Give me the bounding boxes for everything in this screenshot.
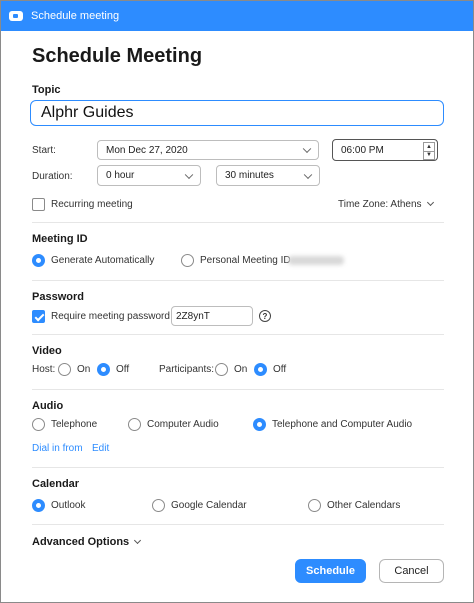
audio-both-label: Telephone and Computer Audio xyxy=(272,419,413,430)
meeting-id-personal-label: Personal Meeting ID xyxy=(200,255,291,266)
timezone-label: Time Zone: Athens xyxy=(338,199,422,210)
duration-label: Duration: xyxy=(32,171,73,182)
stepper-up-icon[interactable]: ▲ xyxy=(424,143,434,151)
calendar-other-radio[interactable] xyxy=(308,499,321,512)
host-video-on-label: On xyxy=(77,364,91,375)
page-title: Schedule Meeting xyxy=(32,45,203,67)
participants-video-on-label: On xyxy=(234,364,248,375)
advanced-options-label: Advanced Options xyxy=(32,536,130,548)
duration-minutes-select[interactable]: 30 minutes xyxy=(216,165,320,186)
duration-hours: 0 hour xyxy=(106,170,135,181)
chevron-down-icon xyxy=(426,198,434,207)
start-label: Start: xyxy=(32,145,56,156)
time-stepper[interactable]: ▲ ▼ xyxy=(423,142,435,160)
audio-telephone-radio[interactable] xyxy=(32,418,45,431)
schedule-button[interactable]: Schedule xyxy=(295,559,366,583)
redacted-id xyxy=(288,256,344,265)
chevron-down-icon xyxy=(302,144,312,154)
help-icon[interactable]: ? xyxy=(259,310,271,322)
calendar-google-label: Google Calendar xyxy=(171,500,247,511)
require-password-label: Require meeting password xyxy=(51,311,170,322)
audio-both-radio[interactable] xyxy=(253,418,266,431)
audio-computer-radio[interactable] xyxy=(128,418,141,431)
audio-telephone-label: Telephone xyxy=(51,419,98,430)
audio-computer-label: Computer Audio xyxy=(147,419,219,430)
topic-value: Alphr Guides xyxy=(41,104,134,121)
divider xyxy=(32,389,444,390)
calendar-label: Calendar xyxy=(32,478,80,490)
calendar-outlook-label: Outlook xyxy=(51,500,86,511)
chevron-down-icon xyxy=(303,170,313,179)
meeting-id-auto-radio[interactable] xyxy=(32,254,45,267)
start-month: Dec xyxy=(128,144,147,156)
start-time: 06:00 PM xyxy=(341,144,384,156)
chevron-down-icon xyxy=(134,536,142,545)
password-value: 2Z8ynT xyxy=(176,310,210,322)
recurring-label: Recurring meeting xyxy=(51,199,133,210)
timezone-select[interactable]: Time Zone: Athens xyxy=(338,198,434,210)
start-day: Mon xyxy=(106,144,126,156)
video-label: Video xyxy=(32,345,62,357)
divider xyxy=(32,467,444,468)
start-date-picker[interactable]: Mon Dec 27, 2020 xyxy=(97,140,319,160)
participants-video-off-radio[interactable] xyxy=(254,363,267,376)
participants-label: Participants: xyxy=(159,364,215,375)
stepper-down-icon[interactable]: ▼ xyxy=(424,150,434,160)
password-input[interactable]: 2Z8ynT xyxy=(171,306,253,326)
host-video-off-label: Off xyxy=(116,364,130,375)
window-title: Schedule meeting xyxy=(31,10,120,22)
divider xyxy=(32,280,444,281)
title-bar: Schedule meeting xyxy=(1,1,473,31)
schedule-meeting-window: Schedule meeting Schedule Meeting Topic … xyxy=(0,0,474,603)
start-date: 27, 2020 xyxy=(148,144,188,156)
audio-label: Audio xyxy=(32,400,64,412)
zoom-camera-icon xyxy=(9,11,23,21)
duration-hours-select[interactable]: 0 hour xyxy=(97,165,201,186)
cancel-button[interactable]: Cancel xyxy=(379,559,444,583)
advanced-options-toggle[interactable]: Advanced Options xyxy=(32,536,142,548)
host-video-off-radio[interactable] xyxy=(97,363,110,376)
calendar-google-radio[interactable] xyxy=(152,499,165,512)
recurring-checkbox[interactable] xyxy=(32,198,45,211)
password-label: Password xyxy=(32,291,84,303)
chevron-down-icon xyxy=(184,170,194,179)
host-label: Host: xyxy=(32,364,56,375)
participants-video-on-radio[interactable] xyxy=(215,363,228,376)
meeting-id-label: Meeting ID xyxy=(32,233,88,245)
start-time-field[interactable]: 06:00 PM ▲ ▼ xyxy=(332,139,438,161)
divider xyxy=(32,222,444,223)
duration-minutes: 30 minutes xyxy=(225,170,274,181)
divider xyxy=(32,524,444,525)
meeting-id-personal-radio[interactable] xyxy=(181,254,194,267)
participants-video-off-label: Off xyxy=(273,364,287,375)
dial-in-edit-link[interactable]: Edit xyxy=(92,443,109,454)
calendar-other-label: Other Calendars xyxy=(327,500,401,511)
dial-in-from-link[interactable]: Dial in from xyxy=(32,443,83,454)
meeting-id-auto-label: Generate Automatically xyxy=(51,255,155,266)
host-video-on-radio[interactable] xyxy=(58,363,71,376)
divider xyxy=(32,334,444,335)
topic-input[interactable]: Alphr Guides xyxy=(30,100,444,126)
topic-label: Topic xyxy=(32,84,61,96)
require-password-checkbox[interactable] xyxy=(32,310,45,323)
calendar-outlook-radio[interactable] xyxy=(32,499,45,512)
